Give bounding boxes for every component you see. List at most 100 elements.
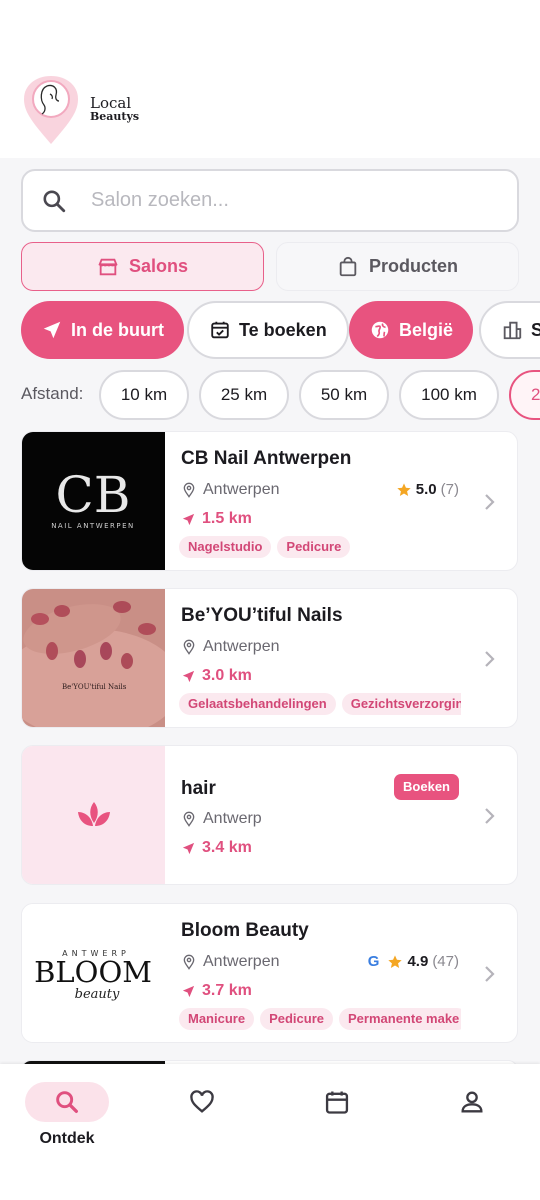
nav-bookings[interactable]: [292, 1082, 382, 1122]
navigation-arrow-icon: [182, 842, 195, 854]
search-icon: [43, 189, 66, 212]
salon-location: Antwerpen: [181, 481, 280, 499]
bottom-navigation: Ontdek: [0, 1064, 540, 1200]
nav-profile[interactable]: [427, 1082, 517, 1122]
salon-logo-subtext: beauty: [75, 987, 120, 1002]
salon-logo-text: CB: [56, 466, 131, 524]
salon-tags: Manicure Pedicure Permanente make: [179, 1008, 461, 1030]
distance-option-label: 2: [531, 385, 540, 404]
salon-distance: 1.5 km: [181, 510, 252, 528]
salon-rating: 5.0 (7): [396, 481, 459, 498]
filter-in-de-buurt[interactable]: In de buurt: [21, 301, 184, 359]
service-tag: Gelaatsbehandelingen: [179, 693, 336, 715]
brand-name-line1: Local: [90, 94, 132, 112]
salon-distance: 3.0 km: [181, 667, 252, 685]
salon-city: Antwerpen: [203, 481, 280, 498]
salon-logo-subtext: NAIL ANTWERPEN: [51, 522, 135, 530]
salon-tags: Gelaatsbehandelingen Gezichtsverzorging: [179, 693, 461, 715]
salon-location: Antwerp: [181, 810, 262, 828]
search-icon: [56, 1091, 78, 1113]
service-tag: Gezichtsverzorging: [341, 693, 461, 715]
service-tag: Manicure: [179, 1008, 255, 1030]
salon-thumbnail: [22, 746, 165, 884]
calendar-check-icon: [211, 321, 229, 339]
search-input[interactable]: Salon zoeken...: [21, 169, 519, 232]
shopping-bag-icon: [339, 256, 357, 276]
distance-option-50[interactable]: 50 km: [299, 370, 389, 420]
nav-ontdek-label: Ontdek: [39, 1130, 95, 1147]
salon-thumbnail: ANTWERP BLOOM beauty: [22, 904, 165, 1042]
salon-tags: Nagelstudio Pedicure: [179, 536, 461, 558]
filter-chips: In de buurt Te boeken België St: [0, 301, 540, 359]
book-badge[interactable]: Boeken: [394, 774, 459, 800]
salon-card[interactable]: ANTWERP BLOOM beauty Bloom Beauty Antwer…: [21, 903, 518, 1043]
distance-option-25[interactable]: 25 km: [199, 370, 289, 420]
segment-salons[interactable]: Salons: [21, 242, 264, 291]
navigation-arrow-icon: [182, 670, 195, 682]
nav-favorites[interactable]: [157, 1082, 247, 1122]
distance-option-label: 100 km: [421, 385, 477, 404]
filter-belgie[interactable]: België: [349, 301, 474, 359]
distance-option-10[interactable]: 10 km: [99, 370, 189, 420]
salon-card[interactable]: CB NAIL ANTWERPEN CB Nail Antwerpen Antw…: [21, 431, 518, 571]
salon-rating: G 4.9 (47): [368, 953, 459, 970]
salon-card[interactable]: hair Boeken Antwerp 3.4 km: [21, 745, 518, 885]
logo-mark-icon: [24, 76, 78, 144]
search-placeholder: Salon zoeken...: [91, 189, 229, 211]
person-icon: [461, 1091, 483, 1113]
distance-filter: Afstand: 10 km 25 km 50 km 100 km 2: [0, 370, 540, 420]
chevron-right-icon: [485, 494, 495, 510]
salon-location: Antwerpen: [181, 638, 280, 656]
navigation-arrow-icon: [182, 513, 195, 525]
calendar-icon: [325, 1091, 349, 1114]
service-tag: Permanente make: [339, 1008, 461, 1030]
near-me-icon: [43, 321, 61, 339]
salon-name: hair: [181, 778, 216, 799]
city-icon: [503, 321, 522, 340]
salon-city: Antwerpen: [203, 953, 280, 970]
nav-indicator: [295, 1082, 379, 1122]
salon-thumbnail: Be'YOU'tiful Nails: [22, 589, 182, 727]
filter-stad-label: St: [531, 319, 540, 340]
nav-indicator: [160, 1082, 244, 1122]
salon-city: Antwerp: [203, 810, 262, 827]
salon-distance-value: 3.0 km: [202, 667, 252, 684]
location-pin-icon: [183, 811, 195, 827]
salon-location: Antwerpen: [181, 953, 280, 971]
rating-value: 5.0: [415, 481, 437, 498]
star-icon: [388, 954, 403, 968]
filter-te-boeken-label: Te boeken: [239, 319, 327, 340]
salon-name: CB Nail Antwerpen: [181, 448, 352, 469]
storefront-icon: [98, 258, 118, 275]
navigation-arrow-icon: [182, 985, 195, 997]
nav-indicator: [25, 1082, 109, 1122]
salon-name: Be’YOU’tiful Nails: [181, 605, 343, 626]
service-tag: Pedicure: [277, 536, 351, 558]
app-header: Local Beautys: [0, 0, 540, 158]
rating-value: 4.9: [407, 953, 429, 970]
salon-logo-image: ANTWERP BLOOM beauty: [34, 949, 152, 1002]
salon-photo-caption: Be'YOU'tiful Nails: [62, 683, 127, 691]
chevron-right-icon: [485, 966, 495, 982]
chevron-right-icon: [485, 808, 495, 824]
star-icon: [397, 482, 411, 496]
distance-option-label: 50 km: [320, 385, 368, 404]
location-pin-icon: [183, 482, 195, 498]
salon-thumbnail: CB NAIL ANTWERPEN: [22, 432, 165, 570]
segment-producten[interactable]: Producten: [276, 242, 519, 291]
salon-name: Bloom Beauty: [181, 920, 309, 941]
salon-logo-text: BLOOM: [34, 955, 152, 989]
salon-city: Antwerpen: [203, 638, 280, 655]
distance-option-selected[interactable]: 2: [509, 370, 540, 420]
distance-option-100[interactable]: 100 km: [399, 370, 499, 420]
salon-logo-image: CB NAIL ANTWERPEN: [51, 466, 135, 530]
salon-card[interactable]: Be'YOU'tiful Nails Be’YOU’tiful Nails An…: [21, 588, 518, 728]
rating-count: (7): [440, 481, 459, 498]
filter-te-boeken[interactable]: Te boeken: [187, 301, 349, 359]
chevron-right-icon: [485, 651, 495, 667]
brand-name: Local Beautys: [90, 96, 139, 124]
nav-ontdek[interactable]: Ontdek: [22, 1082, 112, 1148]
nav-indicator: [430, 1082, 514, 1122]
filter-stad[interactable]: St: [479, 301, 540, 359]
salon-distance-value: 3.7 km: [202, 982, 252, 999]
